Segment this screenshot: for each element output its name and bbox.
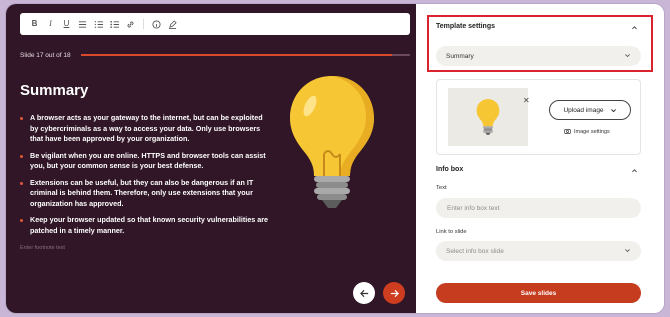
arrow-right-icon: [390, 289, 399, 297]
app-window: B I U Slide 17 out of 18 Summary A brows…: [6, 4, 664, 313]
pen-icon[interactable]: [166, 18, 179, 31]
image-card: ✕ Upload image Image settings: [436, 79, 641, 155]
progress-track: [80, 54, 410, 56]
chevron-up-icon[interactable]: [630, 23, 638, 31]
link-icon[interactable]: [124, 18, 137, 31]
bullet-item: A browser acts as your gateway to the in…: [20, 113, 270, 145]
upload-image-label: Upload image: [563, 106, 604, 114]
slide-editor: B I U Slide 17 out of 18 Summary A brows…: [6, 4, 416, 313]
template-select-value: Summary: [446, 52, 474, 60]
upload-image-button[interactable]: Upload image: [549, 100, 631, 120]
footnote-field[interactable]: Enter footnote text: [20, 245, 65, 251]
toolbar-divider: [143, 19, 144, 29]
link-to-slide-select[interactable]: Select info box slide: [436, 241, 641, 261]
info-icon[interactable]: [150, 18, 163, 31]
template-settings-heading[interactable]: Template settings: [436, 23, 495, 30]
italic-icon[interactable]: I: [44, 18, 57, 31]
align-icon[interactable]: [76, 18, 89, 31]
image-settings-link[interactable]: Image settings: [564, 128, 610, 135]
bullet-list[interactable]: A browser acts as your gateway to the in…: [20, 113, 270, 242]
image-settings-label: Image settings: [574, 128, 610, 135]
bullet-list-icon[interactable]: [108, 18, 121, 31]
progress-fill: [80, 54, 392, 56]
chevron-up-icon[interactable]: [630, 166, 638, 174]
bold-icon[interactable]: B: [28, 18, 41, 31]
lightbulb-image: [290, 76, 374, 208]
underline-icon[interactable]: U: [60, 18, 73, 31]
slide-counter: Slide 17 out of 18: [20, 51, 71, 59]
info-box-text-label: Text: [436, 185, 447, 191]
previous-slide-button[interactable]: [353, 282, 375, 304]
chevron-down-icon: [624, 52, 631, 61]
slide-title[interactable]: Summary: [20, 82, 88, 99]
slide-progress: Slide 17 out of 18: [20, 50, 410, 60]
bullet-item: Keep your browser updated so that known …: [20, 215, 270, 236]
chevron-down-icon: [610, 108, 616, 112]
lightbulb-thumbnail: [476, 99, 500, 135]
text-format-toolbar: B I U: [20, 13, 410, 35]
next-slide-button[interactable]: [383, 282, 405, 304]
template-select[interactable]: Summary: [436, 46, 641, 66]
image-settings-icon: [564, 129, 571, 134]
remove-image-icon[interactable]: ✕: [523, 96, 530, 105]
bullet-item: Be vigilant when you are online. HTTPS a…: [20, 151, 270, 172]
link-to-slide-placeholder: Select info box slide: [446, 247, 504, 255]
save-slides-button[interactable]: Save slides: [436, 283, 641, 303]
bullet-item: Extensions can be useful, but they can a…: [20, 178, 270, 210]
arrow-left-icon: [359, 289, 368, 297]
link-to-slide-label: Link to slide: [436, 229, 467, 235]
image-thumbnail: [448, 88, 528, 146]
ordered-list-icon[interactable]: [92, 18, 105, 31]
info-box-text-input[interactable]: [436, 198, 641, 218]
chevron-down-icon: [624, 247, 631, 256]
settings-panel: Template settings Summary ✕ Upload image…: [416, 4, 664, 313]
info-box-heading[interactable]: Info box: [436, 166, 463, 173]
